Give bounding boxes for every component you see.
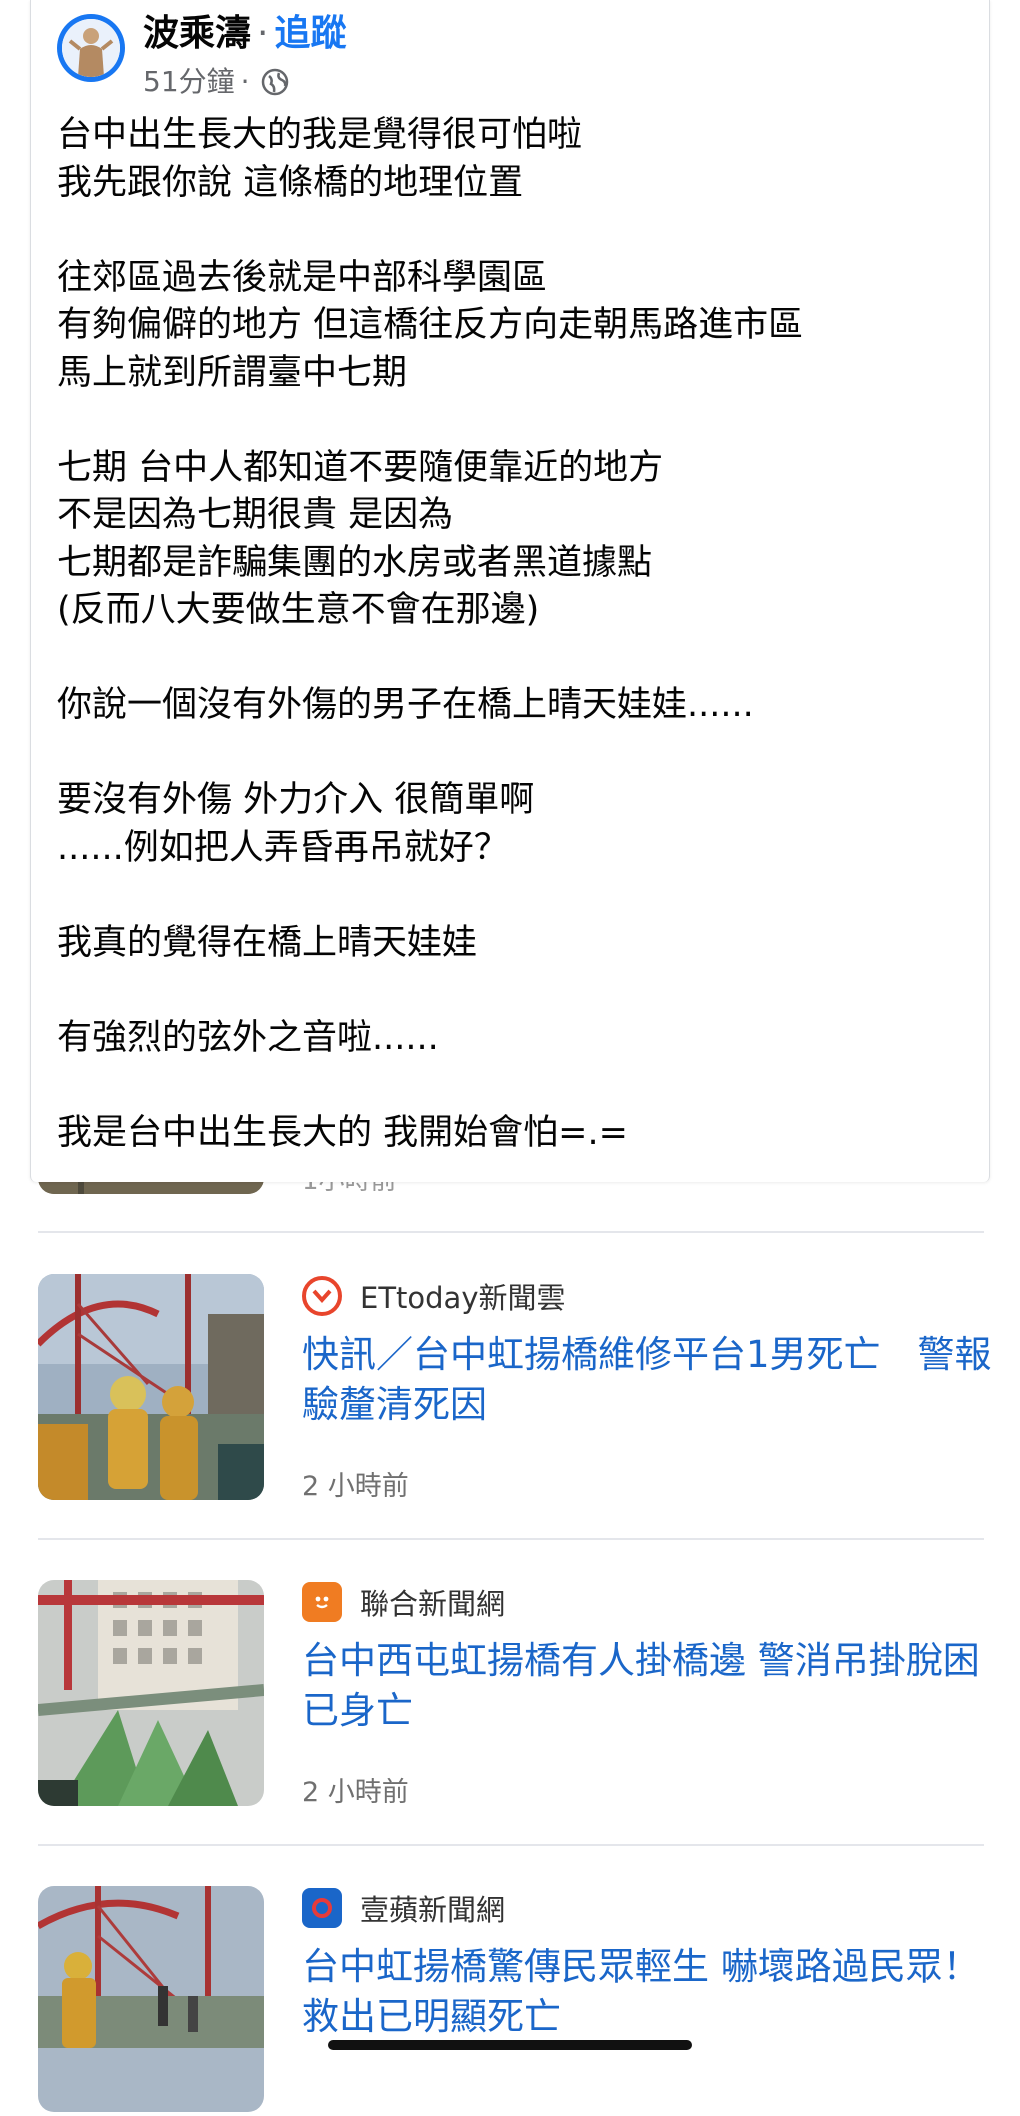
avatar-photo (62, 19, 120, 77)
home-indicator[interactable] (328, 2040, 692, 2050)
divider (38, 1538, 984, 1540)
udn-logo-icon (302, 1582, 342, 1622)
meta-separator: · (240, 65, 250, 98)
post-text-line: 要沒有外傷 外力介入 很簡單啊 (57, 780, 535, 820)
news-source[interactable]: 壹蘋新聞網 (302, 1886, 505, 1930)
divider (38, 1844, 984, 1846)
ettoday-logo-icon (302, 1276, 342, 1316)
news-source-name: 聯合新聞網 (360, 1587, 506, 1621)
follow-button[interactable]: 追蹤 (274, 13, 346, 54)
post-text-line: 我先跟你說 這條橋的地理位置 (57, 162, 524, 203)
post-text-line: 你說一個沒有外傷的男子在橋上晴天娃娃...... (57, 685, 754, 725)
author-avatar[interactable] (57, 14, 125, 82)
nextapple-logo-icon (302, 1888, 342, 1928)
post-text-line: ......例如把人弄昏再吊就好？ (57, 827, 509, 868)
author-line: 波乘濤 · 追蹤 (143, 8, 346, 60)
news-thumbnail[interactable] (38, 1886, 264, 2112)
post-text-line: 不是因為七期很貴 是因為 (57, 495, 454, 535)
news-source-name: 壹蘋新聞網 (360, 1893, 506, 1927)
post-text-line: 七期 台中人都知道不要隨便靠近的地方 (57, 447, 664, 488)
divider (38, 1231, 984, 1233)
news-time: 2 小時前 (302, 1471, 409, 1502)
news-headline[interactable]: 台中虹揚橋驚傳民眾輕生 嚇壞路過民眾！救出已明顯死亡 (302, 1942, 992, 2042)
post-text-line: 我真的覺得在橋上晴天娃娃 (57, 922, 478, 963)
news-item[interactable]: 壹蘋新聞網 台中虹揚橋驚傳民眾輕生 嚇壞路過民眾！救出已明顯死亡 (0, 1886, 1020, 2116)
news-thumbnail[interactable] (38, 1580, 264, 1806)
post-body: 台中出生長大的我是覺得很可怕啦 我先跟你說 這條橋的地理位置 往郊區過去後就是中部科… (57, 112, 967, 1157)
post-text-line: 台中出生長大的我是覺得很可怕啦 (57, 115, 583, 155)
news-item[interactable]: ETtoday新聞雲 快訊／台中虹揚橋維修平台1男死亡 警報驗釐清死因 2 小時… (0, 1274, 1020, 1504)
post-text-line: 有夠偏僻的地方 但這橋往反方向走朝馬路進市區 (57, 305, 804, 345)
globe-icon (260, 67, 290, 97)
news-source[interactable]: 聯合新聞網 (302, 1580, 505, 1624)
news-headline[interactable]: 台中西屯虹揚橋有人掛橋邊 警消吊掛脫困已身亡 (302, 1636, 992, 1736)
news-time: 2 小時前 (302, 1777, 409, 1808)
news-source[interactable]: ETtoday新聞雲 (302, 1274, 566, 1318)
post-text-line: 往郊區過去後就是中部科學園區 (57, 257, 548, 298)
post-text-line: (反而八大要做生意不會在那邊) (57, 590, 540, 630)
news-source-name: ETtoday新聞雲 (360, 1281, 566, 1315)
separator-dot: · (257, 13, 269, 54)
post-text-line: 七期都是詐騙集團的水房或者黑道據點 (57, 542, 653, 583)
post-text-line: 馬上就到所謂臺中七期 (57, 352, 408, 393)
author-name[interactable]: 波乘濤 (143, 13, 251, 54)
post-meta: 51分鐘 · (143, 62, 290, 102)
news-thumbnail[interactable] (38, 1274, 264, 1500)
facebook-post: 波乘濤 · 追蹤 51分鐘 · 台中出生長大的我是覺得很可怕啦 我先跟你說 這條橋的地… (30, 0, 990, 1182)
post-text-line: 我是台中出生長大的 我開始會怕=.= (57, 1112, 628, 1153)
news-item[interactable]: 聯合新聞網 台中西屯虹揚橋有人掛橋邊 警消吊掛脫困已身亡 2 小時前 (0, 1580, 1020, 1810)
post-text-line: 有強烈的弦外之音啦...... (57, 1017, 439, 1058)
post-time[interactable]: 51分鐘 (143, 62, 235, 102)
news-headline[interactable]: 快訊／台中虹揚橋維修平台1男死亡 警報驗釐清死因 (302, 1330, 992, 1430)
